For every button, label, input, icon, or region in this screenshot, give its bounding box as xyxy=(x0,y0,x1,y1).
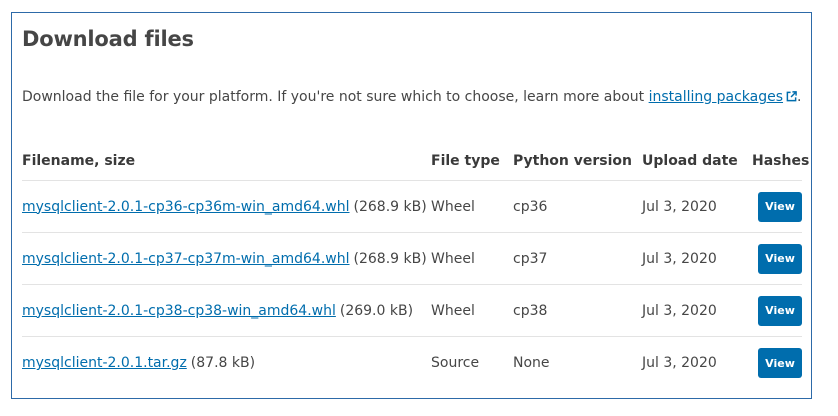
hash-cell: View xyxy=(758,233,802,284)
file-size: (268.9 kB) xyxy=(353,198,427,215)
python-version: None xyxy=(513,355,550,371)
view-hashes-button[interactable]: View xyxy=(758,191,802,222)
view-hashes-button[interactable]: View xyxy=(758,295,802,326)
installing-packages-link[interactable]: installing packages xyxy=(649,89,797,105)
file-download-link[interactable]: mysqlclient-2.0.1-cp36-cp36m-win_amd64.w… xyxy=(22,199,350,215)
file-type: Source xyxy=(431,355,480,371)
upload-date: Jul 3, 2020 xyxy=(642,250,717,267)
python-version: cp37 xyxy=(513,250,548,267)
external-link-icon xyxy=(786,91,797,102)
python-version: cp38 xyxy=(513,302,548,319)
header-upload-date: Upload date xyxy=(642,152,738,169)
file-type: Wheel xyxy=(431,250,475,267)
table-row: mysqlclient-2.0.1-cp38-cp38-win_amd64.wh… xyxy=(22,285,802,337)
upload-date: Jul 3, 2020 xyxy=(642,302,717,319)
file-download-link[interactable]: mysqlclient-2.0.1.tar.gz xyxy=(22,355,187,371)
file-size: (268.9 kB) xyxy=(353,250,427,267)
file-cell: mysqlclient-2.0.1.tar.gz (87.8 kB) xyxy=(22,337,255,389)
file-cell: mysqlclient-2.0.1-cp38-cp38-win_amd64.wh… xyxy=(22,285,413,336)
hash-cell: View xyxy=(758,285,802,336)
file-cell: mysqlclient-2.0.1-cp36-cp36m-win_amd64.w… xyxy=(22,181,427,232)
view-hashes-button[interactable]: View xyxy=(758,348,802,378)
header-hashes: Hashes xyxy=(752,152,810,169)
table-header-row: Filename, size File type Python version … xyxy=(22,141,809,181)
hash-cell: View xyxy=(758,337,802,389)
header-python-version: Python version xyxy=(513,152,633,169)
header-file-type: File type xyxy=(431,152,500,169)
hash-cell: View xyxy=(758,181,802,232)
intro-end: . xyxy=(797,89,802,105)
file-cell: mysqlclient-2.0.1-cp37-cp37m-win_amd64.w… xyxy=(22,233,427,284)
section-title: Download files xyxy=(22,27,194,51)
upload-date: Jul 3, 2020 xyxy=(642,198,717,215)
files-table: Filename, size File type Python version … xyxy=(22,141,809,389)
file-download-link[interactable]: mysqlclient-2.0.1-cp38-cp38-win_amd64.wh… xyxy=(22,303,336,319)
file-size: (87.8 kB) xyxy=(190,355,256,371)
upload-date: Jul 3, 2020 xyxy=(642,355,717,371)
installing-packages-link-label: installing packages xyxy=(648,89,784,105)
download-files-panel: Download files Download the file for you… xyxy=(11,12,812,399)
header-filename: Filename, size xyxy=(22,152,136,169)
view-hashes-button[interactable]: View xyxy=(758,243,802,274)
file-type: Wheel xyxy=(431,198,475,215)
intro-paragraph: Download the file for your platform. If … xyxy=(22,89,801,105)
file-type: Wheel xyxy=(431,302,475,319)
table-row: mysqlclient-2.0.1-cp36-cp36m-win_amd64.w… xyxy=(22,181,802,233)
table-row: mysqlclient-2.0.1.tar.gz (87.8 kB) Sourc… xyxy=(22,337,802,389)
file-size: (269.0 kB) xyxy=(339,302,414,319)
python-version: cp36 xyxy=(513,198,548,215)
intro-text: Download the file for your platform. If … xyxy=(22,89,649,105)
file-download-link[interactable]: mysqlclient-2.0.1-cp37-cp37m-win_amd64.w… xyxy=(22,251,350,267)
table-row: mysqlclient-2.0.1-cp37-cp37m-win_amd64.w… xyxy=(22,233,802,285)
